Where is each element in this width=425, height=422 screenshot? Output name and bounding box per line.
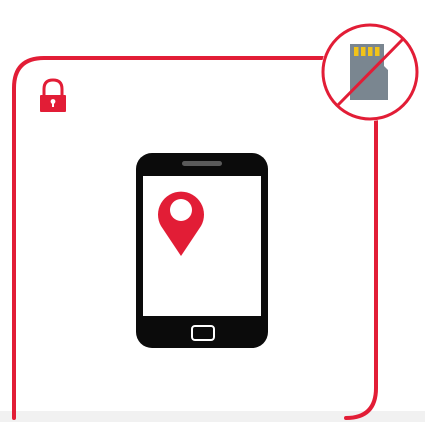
smartphone-icon [136, 153, 268, 348]
phone-security-illustration [12, 23, 419, 420]
padlock-icon [40, 78, 66, 112]
phone-speaker [182, 161, 222, 166]
no-sd-card-badge [321, 23, 419, 121]
phone-screen [143, 176, 261, 316]
illustration-canvas [0, 0, 425, 422]
